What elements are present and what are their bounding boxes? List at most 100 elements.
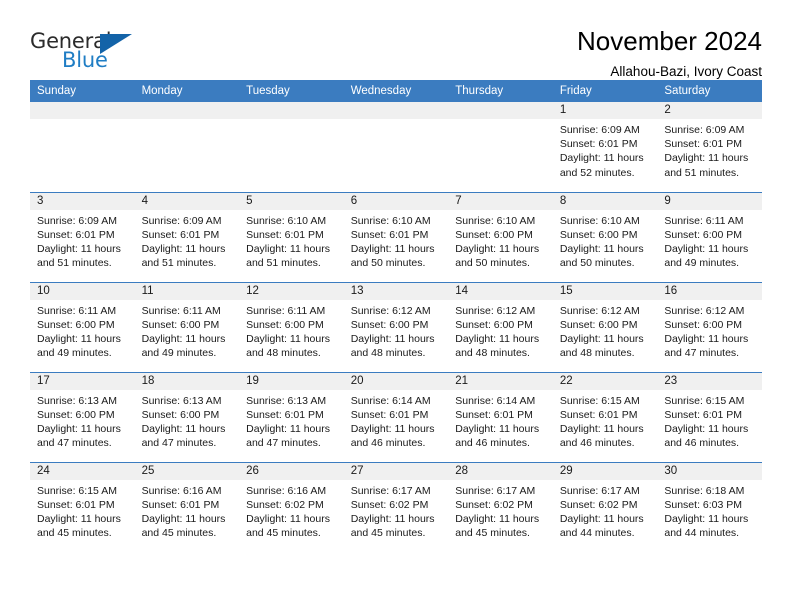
calendar-week-row: 1 Sunrise: 6:09 AM Sunset: 6:01 PM Daylight… [30,102,762,192]
calendar-day-cell[interactable]: 4 Sunrise: 6:09 AM Sunset: 6:01 PM Daylight… [134,191,240,282]
weekday-header-monday: Monday [134,80,240,102]
sunrise-text: Sunrise: 6:13 AM [37,394,117,407]
day-sun-info: Sunrise: 6:10 AM Sunset: 6:00 PM Daylight:… [553,210,658,271]
day-sun-info: Sunrise: 6:09 AM Sunset: 6:01 PM Daylight:… [135,210,240,271]
day-sun-info: Sunrise: 6:17 AM Sunset: 6:02 PM Daylight:… [344,480,449,541]
day-sun-info: Sunrise: 6:18 AM Sunset: 6:03 PM Daylight:… [657,480,762,541]
sunrise-text: Sunrise: 6:11 AM [664,214,744,227]
day-number: 17 [30,372,135,390]
calendar-day-cell[interactable]: 3 Sunrise: 6:09 AM Sunset: 6:01 PM Daylight… [30,191,135,282]
daylight-text: Daylight: 11 hours and 47 minutes. [141,422,226,450]
sunset-text: Sunset: 6:00 PM [664,318,743,331]
day-number: 21 [448,372,553,390]
calendar-day-cell[interactable]: 10 Sunrise: 6:11 AM Sunset: 6:00 PM Dayligh… [30,281,135,372]
sunset-text: Sunset: 6:02 PM [559,498,638,511]
calendar-day-cell[interactable]: 28 Sunrise: 6:17 AM Sunset: 6:02 PM Dayligh… [448,461,553,552]
calendar-day-cell[interactable]: 22 Sunrise: 6:15 AM Sunset: 6:01 PM Dayligh… [552,371,658,462]
day-sun-info: Sunrise: 6:12 AM Sunset: 6:00 PM Daylight:… [448,300,553,361]
day-number: 5 [239,192,344,210]
weekday-header-friday: Friday [552,80,658,102]
day-number: 14 [448,282,553,300]
calendar-day-cell[interactable]: 13 Sunrise: 6:12 AM Sunset: 6:00 PM Dayligh… [343,281,449,372]
sunset-text: Sunset: 6:01 PM [664,138,743,151]
day-number: 28 [448,462,553,480]
calendar-week-row: 3 Sunrise: 6:09 AM Sunset: 6:01 PM Daylight… [30,191,762,282]
brand-logo[interactable]: General Blue [30,26,140,78]
calendar-day-cell[interactable]: 2 Sunrise: 6:09 AM Sunset: 6:01 PM Daylight… [657,102,762,192]
daylight-text: Daylight: 11 hours and 51 minutes. [664,152,749,179]
calendar-day-cell[interactable]: 23 Sunrise: 6:15 AM Sunset: 6:01 PM Dayligh… [657,371,762,462]
page-header: General Blue November 2024 Allahou-Bazi,… [30,0,762,79]
sunset-text: Sunset: 6:00 PM [664,228,743,241]
day-number: 1 [552,102,658,119]
calendar-day-cell[interactable]: 8 Sunrise: 6:10 AM Sunset: 6:00 PM Daylight… [552,191,658,282]
sunset-text: Sunset: 6:01 PM [559,408,638,421]
calendar-day-cell[interactable]: 6 Sunrise: 6:10 AM Sunset: 6:01 PM Daylight… [343,191,449,282]
sunrise-text: Sunrise: 6:15 AM [559,394,640,407]
day-sun-info: Sunrise: 6:13 AM Sunset: 6:01 PM Daylight:… [239,390,344,451]
weekday-header-wednesday: Wednesday [343,80,449,102]
sunset-text: Sunset: 6:01 PM [350,228,429,241]
daylight-text: Daylight: 11 hours and 51 minutes. [246,242,330,270]
sunset-text: Sunset: 6:01 PM [559,138,638,151]
day-sun-info: Sunrise: 6:17 AM Sunset: 6:02 PM Daylight:… [448,480,553,541]
day-number [239,102,344,119]
sunset-text: Sunset: 6:00 PM [455,228,533,241]
daylight-text: Daylight: 11 hours and 49 minutes. [37,332,121,360]
calendar-day-cell[interactable]: 14 Sunrise: 6:12 AM Sunset: 6:00 PM Dayligh… [448,281,553,372]
day-sun-info: Sunrise: 6:14 AM Sunset: 6:01 PM Daylight:… [448,390,553,451]
calendar-day-cell[interactable]: 24 Sunrise: 6:15 AM Sunset: 6:01 PM Dayligh… [30,461,135,552]
calendar-day-cell[interactable]: 9 Sunrise: 6:11 AM Sunset: 6:00 PM Daylight… [657,191,762,282]
calendar-grid: Sunday Monday Tuesday Wednesday Thursday… [30,80,762,552]
daylight-text: Daylight: 11 hours and 48 minutes. [455,332,540,360]
calendar-day-cell[interactable]: 30 Sunrise: 6:18 AM Sunset: 6:03 PM Dayligh… [657,461,762,552]
day-sun-info: Sunrise: 6:11 AM Sunset: 6:00 PM Daylight:… [239,300,344,361]
daylight-text: Daylight: 11 hours and 45 minutes. [350,512,435,540]
daylight-text: Daylight: 11 hours and 46 minutes. [455,422,540,450]
day-sun-info: Sunrise: 6:12 AM Sunset: 6:00 PM Daylight:… [344,300,449,361]
day-sun-info: Sunrise: 6:11 AM Sunset: 6:00 PM Daylight:… [657,210,762,271]
calendar-day-cell[interactable]: 7 Sunrise: 6:10 AM Sunset: 6:00 PM Daylight… [448,191,553,282]
calendar-day-cell[interactable]: 11 Sunrise: 6:11 AM Sunset: 6:00 PM Dayligh… [134,281,240,372]
sunrise-text: Sunrise: 6:18 AM [664,484,745,497]
calendar-day-cell[interactable]: 16 Sunrise: 6:12 AM Sunset: 6:00 PM Dayligh… [657,281,762,372]
calendar-day-cell[interactable]: 18 Sunrise: 6:13 AM Sunset: 6:00 PM Dayligh… [134,371,240,462]
title-block: November 2024 Allahou-Bazi, Ivory Coast [577,26,762,82]
day-sun-info: Sunrise: 6:11 AM Sunset: 6:00 PM Daylight:… [135,300,240,361]
calendar-day-cell[interactable]: 15 Sunrise: 6:12 AM Sunset: 6:00 PM Dayligh… [552,281,658,372]
calendar-day-cell-empty [343,102,449,192]
day-number: 7 [448,192,553,210]
day-sun-info: Sunrise: 6:09 AM Sunset: 6:01 PM Daylight:… [657,119,762,180]
calendar-day-cell[interactable]: 27 Sunrise: 6:17 AM Sunset: 6:02 PM Dayligh… [343,461,449,552]
day-sun-info: Sunrise: 6:12 AM Sunset: 6:00 PM Daylight:… [553,300,658,361]
calendar-day-cell[interactable]: 5 Sunrise: 6:10 AM Sunset: 6:01 PM Daylight… [239,191,344,282]
sunset-text: Sunset: 6:00 PM [246,318,324,331]
calendar-day-cell[interactable]: 19 Sunrise: 6:13 AM Sunset: 6:01 PM Dayligh… [239,371,344,462]
calendar-day-cell[interactable]: 17 Sunrise: 6:13 AM Sunset: 6:00 PM Dayligh… [30,371,135,462]
calendar-day-cell[interactable]: 20 Sunrise: 6:14 AM Sunset: 6:01 PM Dayligh… [343,371,449,462]
sunset-text: Sunset: 6:00 PM [37,408,115,421]
calendar-day-cell[interactable]: 1 Sunrise: 6:09 AM Sunset: 6:01 PM Daylight… [552,102,658,192]
calendar-day-cell[interactable]: 12 Sunrise: 6:11 AM Sunset: 6:00 PM Dayligh… [239,281,344,372]
sunrise-text: Sunrise: 6:15 AM [664,394,745,407]
calendar-day-cell[interactable]: 21 Sunrise: 6:14 AM Sunset: 6:01 PM Dayligh… [448,371,553,462]
sunrise-text: Sunrise: 6:12 AM [664,304,745,317]
sunset-text: Sunset: 6:01 PM [664,408,743,421]
day-number: 13 [343,282,449,300]
weekday-header-tuesday: Tuesday [239,80,344,102]
sunset-text: Sunset: 6:00 PM [350,318,429,331]
calendar-day-cell[interactable]: 26 Sunrise: 6:16 AM Sunset: 6:02 PM Dayligh… [239,461,344,552]
day-number: 10 [30,282,135,300]
sunrise-text: Sunrise: 6:10 AM [350,214,431,227]
sunrise-text: Sunrise: 6:11 AM [141,304,221,317]
day-sun-info: Sunrise: 6:10 AM Sunset: 6:01 PM Daylight:… [344,210,449,271]
calendar-day-cell-empty [30,102,135,192]
calendar-day-cell[interactable]: 29 Sunrise: 6:17 AM Sunset: 6:02 PM Dayligh… [552,461,658,552]
day-number: 8 [552,192,658,210]
daylight-text: Daylight: 11 hours and 48 minutes. [350,332,435,360]
daylight-text: Daylight: 11 hours and 49 minutes. [141,332,226,360]
weekday-header-thursday: Thursday [448,80,553,102]
day-sun-info: Sunrise: 6:09 AM Sunset: 6:01 PM Daylight:… [553,119,658,180]
calendar-day-cell[interactable]: 25 Sunrise: 6:16 AM Sunset: 6:01 PM Dayligh… [134,461,240,552]
daylight-text: Daylight: 11 hours and 46 minutes. [664,422,749,450]
